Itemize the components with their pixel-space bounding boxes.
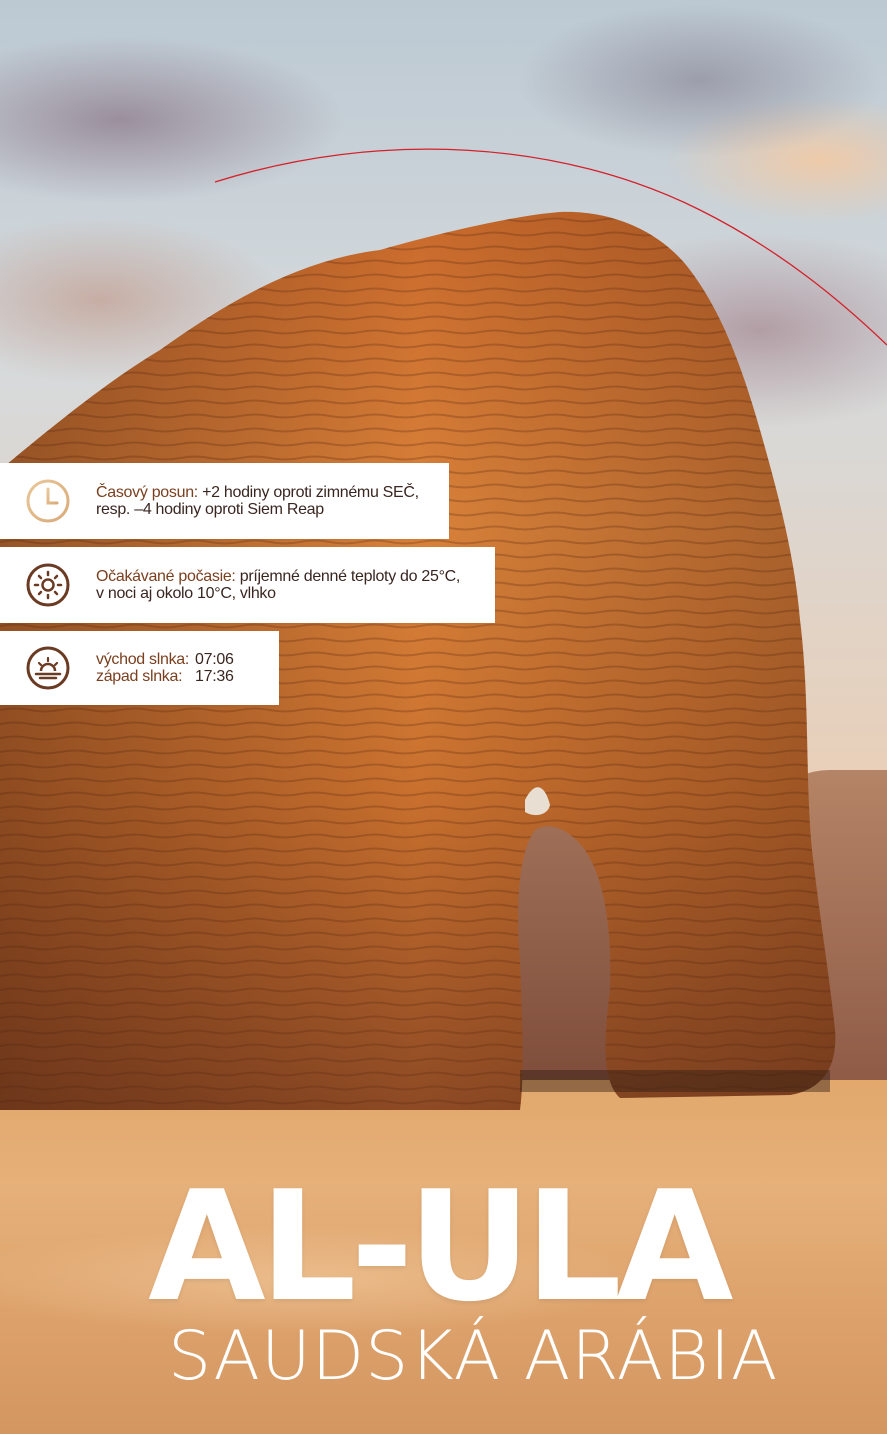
sunset-time: 17:36 (195, 668, 234, 685)
time-offset-line2: resp. –4 hodiny oproti Siem Reap (96, 501, 324, 518)
weather-line2: v noci aj okolo 10°C, vlhko (96, 585, 276, 602)
sun-times-text: východ slnka: 07:06 západ slnka: 17:36 (96, 651, 234, 685)
weather-text: Očakávané počasie: príjemné denné teplot… (96, 568, 460, 602)
country-subtitle: SAUDSKÁ ARÁBIA (168, 1317, 779, 1396)
weather-panel: Očakávané počasie: príjemné denné teplot… (0, 547, 495, 623)
weather-label: Očakávané počasie: (96, 568, 236, 585)
weather-line1: príjemné denné teploty do 25°C, (235, 568, 461, 585)
sun-icon (0, 547, 96, 623)
time-offset-text: Časový posun: +2 hodiny oproti zimnému S… (96, 484, 419, 518)
sunrise-icon (0, 631, 96, 705)
clock-icon (0, 463, 96, 539)
sunrise-time: 07:06 (195, 651, 234, 668)
time-offset-panel: Časový posun: +2 hodiny oproti zimnému S… (0, 463, 449, 539)
sun-times-panel: východ slnka: 07:06 západ slnka: 17:36 (0, 631, 279, 705)
time-offset-label: Časový posun: (96, 484, 198, 501)
sunrise-label: východ slnka: (96, 651, 190, 668)
time-offset-line1: +2 hodiny oproti zimnému SEČ, (197, 484, 419, 501)
destination-title: AL-ULA (148, 1158, 734, 1335)
sunset-label: západ slnka: (96, 668, 183, 685)
